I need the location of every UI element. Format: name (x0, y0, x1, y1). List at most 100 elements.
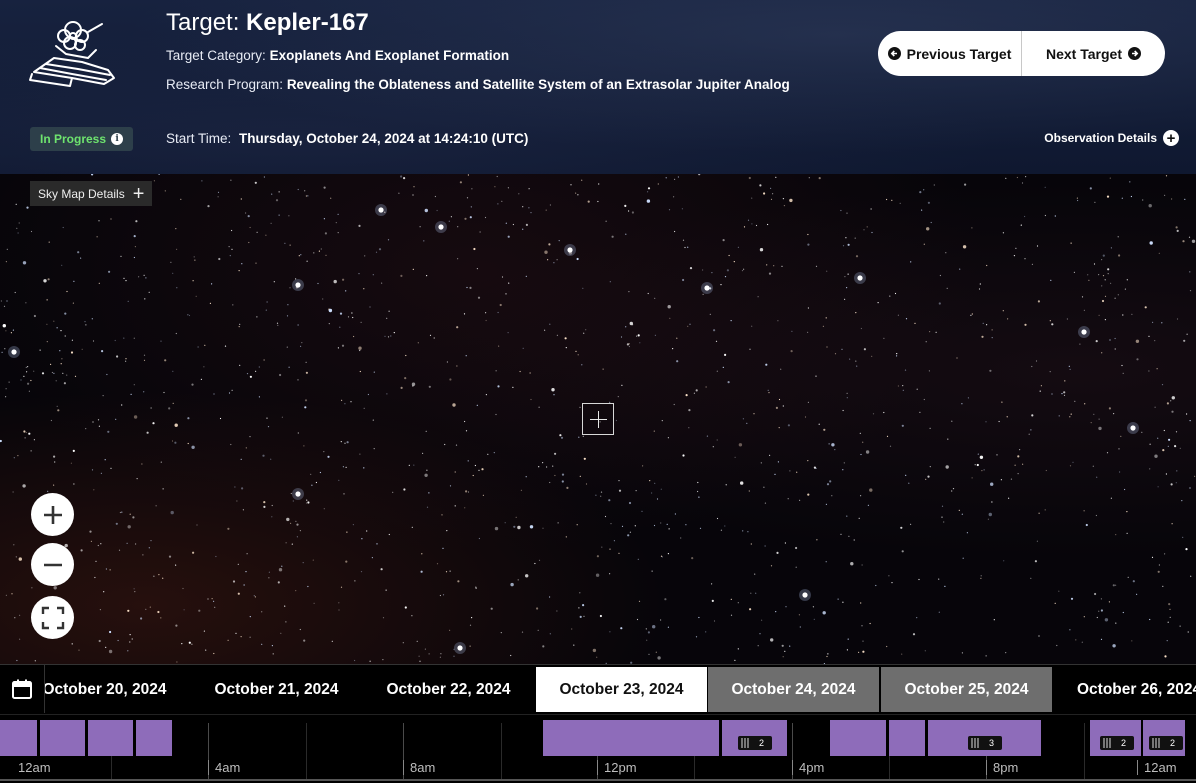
star (646, 199, 651, 203)
star (1024, 323, 1027, 326)
star (985, 655, 987, 657)
star (1118, 448, 1120, 450)
star (265, 309, 267, 311)
star (815, 467, 817, 469)
star (784, 650, 786, 652)
star (53, 455, 56, 458)
star (191, 445, 195, 449)
star (544, 329, 546, 331)
star (549, 323, 551, 325)
star (1081, 296, 1084, 298)
star (1056, 644, 1058, 647)
date-tab[interactable]: October 21, 2024 (191, 667, 362, 712)
target-navigation: Previous Target Next Target (878, 31, 1165, 76)
timeline-label: 4am (208, 760, 240, 775)
star (149, 606, 151, 608)
observation-block[interactable] (889, 720, 925, 756)
observation-block-group[interactable]: 2 (722, 720, 787, 756)
date-tab[interactable]: October 22, 2024 (363, 667, 534, 712)
star (453, 655, 455, 657)
date-tab[interactable]: October 26, 2024 (1053, 667, 1196, 712)
date-tab[interactable]: October 23, 2024 (536, 667, 707, 712)
zoom-out-button[interactable] (31, 543, 74, 586)
star (305, 195, 307, 197)
star (444, 443, 446, 446)
star (303, 445, 305, 447)
star (411, 526, 413, 528)
next-target-button[interactable]: Next Target (1022, 31, 1165, 76)
star (628, 501, 632, 505)
star (799, 626, 801, 628)
observation-block[interactable] (136, 720, 172, 756)
star (93, 489, 95, 491)
observation-block[interactable] (40, 720, 85, 756)
star (56, 327, 58, 329)
observation-block[interactable] (0, 720, 37, 756)
star (215, 555, 217, 558)
star (515, 516, 517, 518)
zoom-in-button[interactable] (31, 493, 74, 536)
fullscreen-button[interactable] (31, 596, 74, 639)
star (542, 645, 545, 648)
star (172, 370, 174, 372)
observation-block-group[interactable]: 2 (1143, 720, 1185, 756)
date-tab[interactable]: October 24, 2024 (708, 667, 879, 712)
star (1149, 241, 1153, 245)
star (577, 354, 579, 356)
star (759, 633, 761, 635)
star (597, 200, 599, 203)
status-badge[interactable]: In Progress i (30, 127, 134, 151)
star (702, 293, 704, 295)
star (716, 439, 718, 441)
star (345, 290, 347, 292)
star (304, 190, 306, 192)
observation-block[interactable] (88, 720, 133, 756)
star (761, 619, 763, 621)
observation-block[interactable] (543, 720, 719, 756)
star (172, 402, 174, 404)
star (981, 470, 983, 472)
star (529, 372, 531, 374)
star (962, 557, 964, 559)
observation-block-group[interactable]: 3 (928, 720, 1041, 756)
star (775, 406, 779, 409)
sky-map[interactable]: Sky Map Details + (0, 174, 1196, 664)
star (842, 601, 844, 603)
star (490, 607, 493, 610)
star (470, 206, 472, 208)
star (16, 659, 18, 662)
star (575, 192, 577, 194)
star (123, 277, 125, 279)
bright-star (704, 285, 710, 291)
observation-timeline[interactable]: 2 3 2 2 12am 4am 8am 12pm 4pm 8pm 12am (0, 714, 1196, 783)
star (74, 375, 77, 377)
star (405, 354, 407, 357)
calendar-button[interactable] (0, 665, 45, 713)
previous-target-button[interactable]: Previous Target (878, 31, 1022, 76)
star (476, 268, 478, 270)
star (740, 481, 744, 485)
star (938, 302, 941, 305)
star (268, 571, 270, 573)
date-tab[interactable]: October 25, 2024 (881, 667, 1052, 712)
star (571, 628, 573, 630)
star (1148, 204, 1152, 208)
star (263, 176, 265, 178)
star (1163, 429, 1165, 432)
bright-star (1130, 425, 1136, 431)
star (98, 425, 100, 427)
star (583, 332, 585, 334)
observation-block[interactable] (830, 720, 886, 756)
star (499, 303, 502, 307)
star (426, 275, 428, 277)
observation-block-group[interactable]: 2 (1090, 720, 1141, 756)
star (50, 363, 52, 365)
star (605, 220, 607, 222)
star (602, 368, 604, 370)
sky-map-details-button[interactable]: Sky Map Details + (30, 181, 153, 206)
star (660, 619, 662, 621)
star (297, 324, 299, 326)
star (770, 198, 773, 200)
observation-details-button[interactable]: Observation Details + (1044, 130, 1179, 146)
star (330, 197, 332, 199)
